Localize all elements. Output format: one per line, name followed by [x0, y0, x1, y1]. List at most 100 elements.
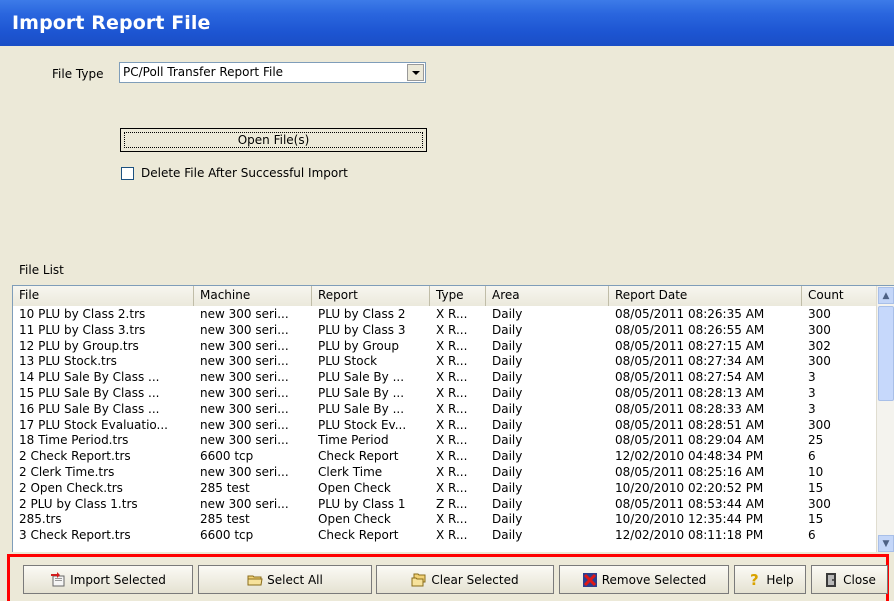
table-row[interactable]: 18 Time Period.trs new 300 seri... Time Pe…: [13, 433, 877, 449]
table-cell: Daily: [492, 480, 523, 495]
import-selected-button[interactable]: Import Selected: [23, 565, 193, 594]
import-report-window: Import Report File File Type PC/Poll Tra…: [0, 0, 894, 601]
file-type-select[interactable]: PC/Poll Transfer Report File: [119, 62, 426, 83]
table-cell: 10/20/2010 02:20:52 PM: [615, 480, 764, 495]
table-cell: Daily: [492, 417, 523, 432]
column-header-area[interactable]: Area: [486, 286, 609, 306]
select-all-button[interactable]: Select All: [198, 565, 372, 594]
table-cell: 10/20/2010 12:35:44 PM: [615, 512, 764, 527]
table-cell: 300: [808, 354, 831, 369]
table-row[interactable]: 15 PLU Sale By Class ... new 300 seri... P…: [13, 386, 877, 402]
folder-icon: [247, 572, 263, 588]
table-cell: PLU by Class 3: [318, 322, 406, 337]
table-cell: PLU Sale By ...: [318, 370, 405, 385]
table-row[interactable]: 10 PLU by Class 2.trs new 300 seri... PLU …: [13, 307, 877, 323]
table-row[interactable]: 3 Check Report.trs 6600 tcp Check Report X …: [13, 528, 877, 544]
delete-after-import-label: Delete File After Successful Import: [141, 166, 348, 180]
column-header-file[interactable]: File: [13, 286, 194, 306]
table-cell: Daily: [492, 370, 523, 385]
table-cell: new 300 seri...: [200, 370, 289, 385]
window-title: Import Report File: [12, 12, 211, 34]
table-row[interactable]: 2 PLU by Class 1.trs new 300 seri... PLU b…: [13, 497, 877, 513]
table-cell: 6: [808, 528, 816, 543]
table-cell: new 300 seri...: [200, 464, 289, 479]
table-cell: 2 PLU by Class 1.trs: [19, 496, 138, 511]
column-header-machine[interactable]: Machine: [194, 286, 312, 306]
table-cell: new 300 seri...: [200, 307, 289, 321]
column-header-type[interactable]: Type: [430, 286, 486, 306]
table-cell: 6: [808, 449, 816, 464]
table-cell: Daily: [492, 354, 523, 369]
chevron-down-icon[interactable]: [407, 64, 424, 81]
table-row[interactable]: 13 PLU Stock.trs new 300 seri... PLU Stock…: [13, 354, 877, 370]
table-cell: PLU Stock: [318, 354, 378, 369]
table-row[interactable]: 12 PLU by Group.trs new 300 seri... PLU by…: [13, 339, 877, 355]
table-cell: 25: [808, 433, 824, 448]
table-cell: X R...: [436, 385, 468, 400]
table-cell: Daily: [492, 449, 523, 464]
table-cell: 2 Open Check.trs: [19, 480, 123, 495]
table-row[interactable]: 11 PLU by Class 3.trs new 300 seri... PLU …: [13, 323, 877, 339]
table-cell: PLU Sale By ...: [318, 401, 405, 416]
table-cell: 11 PLU by Class 3.trs: [19, 322, 146, 337]
import-icon: [50, 571, 66, 588]
table-row[interactable]: 14 PLU Sale By Class ... new 300 seri... P…: [13, 370, 877, 386]
table-cell: Daily: [492, 401, 523, 416]
table-cell: 10: [808, 464, 824, 479]
scroll-up-icon[interactable]: ▲: [878, 287, 894, 304]
table-cell: 3: [808, 385, 816, 400]
column-header-report-date[interactable]: Report Date: [609, 286, 802, 306]
close-door-icon: [823, 572, 839, 588]
scroll-down-icon[interactable]: ▼: [878, 535, 894, 552]
table-cell: 15 PLU Sale By Class ...: [19, 385, 160, 400]
table-cell: 18 Time Period.trs: [19, 433, 129, 448]
table-row[interactable]: 2 Open Check.trs 285 test Open Check X R...…: [13, 481, 877, 497]
file-list-label: File List: [19, 263, 64, 277]
table-cell: Z R...: [436, 496, 468, 511]
file-list-grid[interactable]: File Machine Report Type Area Report Dat…: [12, 285, 894, 552]
table-cell: PLU by Class 1: [318, 496, 406, 511]
folders-icon: [411, 572, 427, 588]
remove-selected-button[interactable]: Remove Selected: [559, 565, 729, 594]
table-cell: X R...: [436, 433, 468, 448]
close-button[interactable]: Close: [811, 565, 888, 594]
table-cell: Daily: [492, 464, 523, 479]
table-cell: Daily: [492, 528, 523, 543]
column-header-report[interactable]: Report: [312, 286, 430, 306]
table-row[interactable]: 16 PLU Sale By Class ... new 300 seri... P…: [13, 402, 877, 418]
close-label: Close: [843, 572, 876, 587]
table-cell: X R...: [436, 528, 468, 543]
table-cell: 17 PLU Stock Evaluatio...: [19, 417, 168, 432]
scroll-thumb[interactable]: [878, 306, 894, 401]
delete-after-import-checkbox[interactable]: [121, 166, 134, 180]
table-cell: 6600 tcp: [200, 528, 254, 543]
table-cell: 12/02/2010 08:11:18 PM: [615, 528, 764, 543]
table-row[interactable]: 285.trs 285 test Open Check X R... Daily 10/2…: [13, 512, 877, 528]
table-cell: 08/05/2011 08:28:33 AM: [615, 401, 765, 416]
file-type-label: File Type: [52, 67, 104, 81]
table-row[interactable]: 17 PLU Stock Evaluatio... new 300 seri...…: [13, 418, 877, 434]
table-cell: PLU by Class 2: [318, 307, 406, 321]
table-cell: PLU Stock Ev...: [318, 417, 407, 432]
table-row[interactable]: 2 Clerk Time.trs new 300 seri... Clerk Tim…: [13, 465, 877, 481]
table-cell: Time Period: [318, 433, 389, 448]
column-header-count[interactable]: Count: [802, 286, 877, 306]
delete-after-import-option[interactable]: Delete File After Successful Import: [121, 166, 348, 180]
vertical-scrollbar[interactable]: ▲ ▼: [876, 286, 894, 552]
table-cell: 3: [808, 401, 816, 416]
table-cell: new 300 seri...: [200, 433, 289, 448]
question-icon: ?: [749, 570, 759, 589]
table-cell: 3 Check Report.trs: [19, 528, 131, 543]
table-cell: 08/05/2011 08:28:13 AM: [615, 385, 765, 400]
table-cell: Clerk Time: [318, 464, 383, 479]
open-files-button[interactable]: Open File(s): [120, 128, 427, 152]
table-cell: 2 Check Report.trs: [19, 449, 131, 464]
table-row[interactable]: 2 Check Report.trs 6600 tcp Check Report X …: [13, 449, 877, 465]
table-cell: new 300 seri...: [200, 354, 289, 369]
table-cell: 300: [808, 496, 831, 511]
table-cell: X R...: [436, 401, 468, 416]
help-button[interactable]: ? Help: [734, 565, 806, 594]
select-all-label: Select All: [267, 572, 323, 587]
table-cell: 14 PLU Sale By Class ...: [19, 370, 160, 385]
clear-selected-button[interactable]: Clear Selected: [376, 565, 554, 594]
